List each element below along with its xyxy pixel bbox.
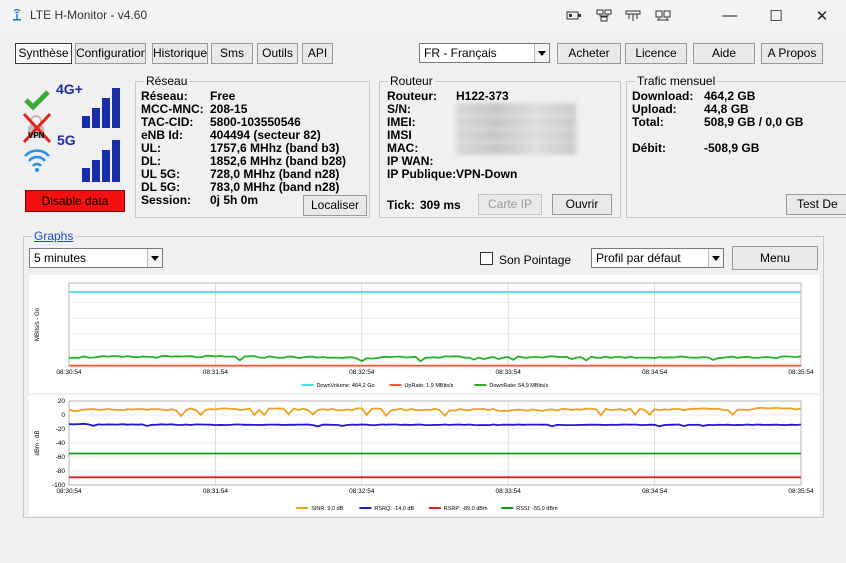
plot-area [68, 282, 802, 367]
x-tick-label: 08:33:54 [496, 488, 522, 495]
legend-label: DownVolume: 464,2 Go [316, 383, 374, 389]
acheter-button[interactable]: Acheter [557, 43, 621, 64]
network-badge-4g: 4G+ [56, 81, 83, 97]
wifi-icon [24, 149, 50, 172]
y-tick-label: 20 [58, 398, 66, 405]
legend-label: DownRate: 54,9 MBits/s [489, 383, 548, 389]
routeur-row-value: H122-373 [456, 89, 509, 103]
x-tick-label: 08:34:54 [642, 369, 668, 376]
window-title: LTE H-Monitor - v4.60 [30, 8, 148, 22]
test-button[interactable]: Test De [786, 194, 846, 215]
disable-data-button[interactable]: Disable data [25, 190, 125, 212]
y-tick-label: -100 [52, 482, 65, 489]
legend-label: SINR: 9,0 dB [311, 506, 343, 512]
vpn-label: VPN [28, 131, 45, 140]
title-bar: LTE H-Monitor - v4.60 — ☐ ✕ [0, 0, 846, 31]
signal-bars-5g-icon [82, 140, 120, 182]
language-select[interactable]: FR - Français [419, 43, 550, 63]
profil-value: Profil par défaut [596, 251, 681, 265]
minimize-button[interactable]: — [707, 0, 753, 31]
period-value: 5 minutes [34, 251, 87, 265]
profil-select[interactable]: Profil par défaut [591, 248, 724, 268]
graphs-title[interactable]: Graphs [32, 229, 76, 243]
son-pointage-label: Son Pointage [499, 253, 572, 267]
tick-label: Tick: [387, 198, 415, 212]
signal-bars-4g-icon [82, 88, 120, 128]
tab-outils[interactable]: Outils [257, 43, 298, 64]
mac-redacted [456, 142, 576, 155]
trafic-row-label: Total: [632, 115, 664, 129]
tab-historique[interactable]: Historique [152, 43, 208, 64]
check-icon [24, 90, 50, 111]
chevron-down-icon [147, 249, 162, 267]
screens-icon[interactable] [655, 9, 671, 22]
y-tick-label: -20 [56, 426, 66, 433]
imsi-redacted [456, 129, 576, 142]
routeur-row-label: IP Publique: [387, 167, 457, 181]
y-tick-label: -80 [56, 468, 66, 475]
x-tick-label: 08:33:54 [496, 369, 522, 376]
network-badge-5g: 5G [57, 132, 76, 148]
antenna-icon [13, 9, 21, 21]
legend-label: RSRP: -89,0 dBm [444, 506, 488, 512]
y-axis-title: MBits/s - Go [35, 307, 41, 341]
modem-icon[interactable] [625, 9, 641, 22]
throughput-chart: 08:30:54 08:31:54 08:32:54 08:33:54 08:34:54… [29, 275, 819, 393]
debit-value: -508,9 GB [704, 141, 760, 155]
legend-label: UpRate: 1,9 MBits/s [404, 383, 453, 389]
x-tick-label: 08:32:54 [349, 488, 375, 495]
x-tick-label: 08:32:54 [349, 369, 375, 376]
licence-button[interactable]: Licence [625, 43, 687, 64]
tick-value: 309 ms [420, 198, 461, 212]
routeur-row-value: VPN-Down [456, 167, 518, 181]
x-tick-label: 08:30:54 [56, 488, 82, 495]
y-tick-label: -40 [56, 440, 66, 447]
reseau-row-value: 0j 5h 0m [210, 193, 259, 207]
son-pointage-checkbox[interactable] [480, 252, 493, 265]
menu-button[interactable]: Menu [732, 246, 818, 270]
carte-ip-button[interactable]: Carte IP [478, 194, 542, 215]
tab-sms[interactable]: Sms [211, 43, 253, 64]
signal-chart: 08:30:54 08:31:54 08:32:54 08:33:54 08:34:54… [29, 395, 819, 516]
x-tick-label: 08:31:54 [203, 488, 229, 495]
ouvrir-button[interactable]: Ouvrir [552, 194, 612, 215]
y-tick-label: -60 [56, 454, 66, 461]
routeur-title: Routeur [388, 74, 435, 88]
maximize-button[interactable]: ☐ [753, 0, 799, 31]
imei-redacted [456, 116, 576, 129]
aide-button[interactable]: Aide [693, 43, 755, 64]
language-value: FR - Français [424, 46, 497, 60]
serial-number-redacted [456, 103, 576, 116]
a-propos-button[interactable]: A Propos [761, 43, 823, 64]
x-tick-label: 08:30:54 [56, 369, 82, 376]
router-icon[interactable] [566, 9, 582, 22]
y-axis-title: dBm - dB [35, 430, 41, 455]
localiser-button[interactable]: Localiser [303, 195, 367, 216]
x-tick-label: 08:34:54 [642, 488, 668, 495]
period-select[interactable]: 5 minutes [29, 248, 163, 268]
x-tick-label: 08:35:54 [788, 488, 814, 495]
legend-label: RSSI: -55,0 dBm [516, 506, 558, 512]
tab-api[interactable]: API [302, 43, 333, 64]
chevron-down-icon [708, 249, 723, 267]
x-tick-label: 08:31:54 [203, 369, 229, 376]
close-button[interactable]: ✕ [799, 0, 845, 31]
legend-label: RSRQ: -14,0 dB [374, 506, 414, 512]
x-tick-label: 08:35:54 [788, 369, 814, 376]
y-tick-label: 0 [61, 412, 65, 419]
reseau-row-label: Session: [141, 193, 192, 207]
network-icon[interactable] [596, 9, 612, 22]
reseau-title: Réseau [144, 74, 190, 88]
chevron-down-icon [534, 44, 549, 62]
trafic-row-value: 508,9 GB / 0,0 GB [704, 115, 804, 129]
trafic-title: Trafic mensuel [635, 74, 718, 88]
debit-label: Débit: [632, 141, 666, 155]
tab-synthese[interactable]: Synthèse [15, 43, 72, 64]
tab-configuration[interactable]: Configuration [75, 43, 146, 64]
